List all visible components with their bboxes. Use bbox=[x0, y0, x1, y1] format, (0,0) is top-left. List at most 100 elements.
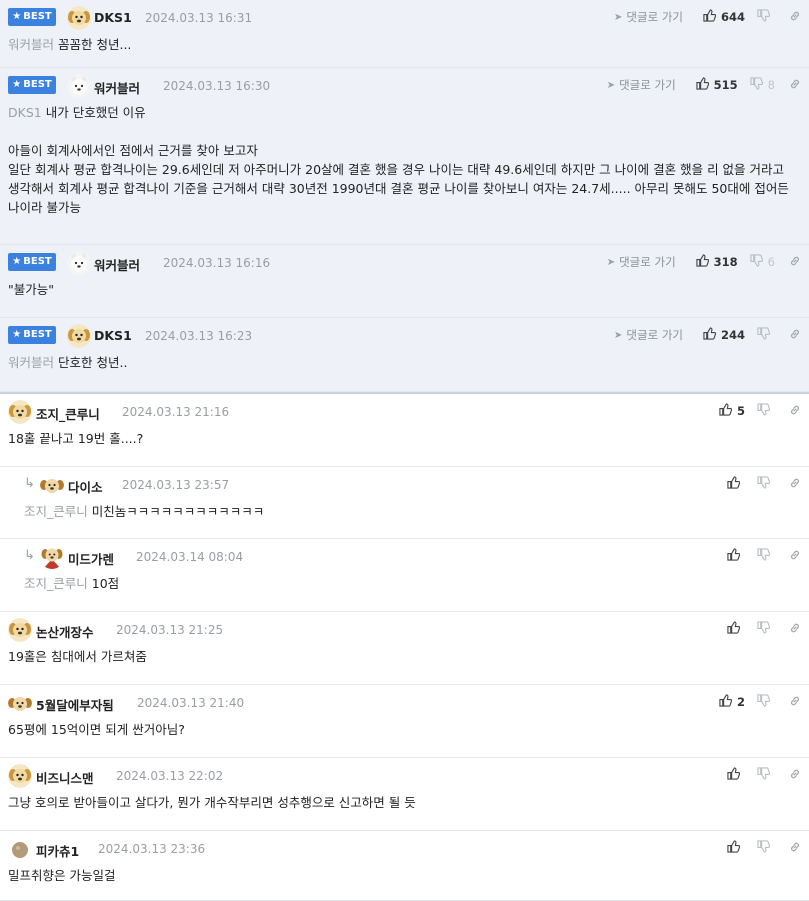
dislike-button[interactable] bbox=[757, 403, 775, 419]
nickname[interactable]: 다이소 bbox=[68, 477, 103, 496]
link-icon[interactable] bbox=[789, 841, 801, 856]
like-button[interactable]: 244 bbox=[703, 327, 745, 343]
comment-line: 아들이 회계사에서인 점에서 근거를 찾아 보고자 bbox=[8, 141, 797, 160]
nickname[interactable]: 워커블러 bbox=[94, 255, 140, 274]
mention[interactable]: 조지_큰루니 bbox=[24, 576, 88, 591]
comment-actions: 2 bbox=[719, 694, 801, 710]
dislike-button[interactable] bbox=[757, 9, 775, 25]
comment-actions: ➤ 댓글로 가기 515 8 bbox=[607, 77, 801, 93]
thumbs-down-icon bbox=[757, 767, 775, 783]
comment-header: ★ BEST DKS1 2024.03.13 16:23 ➤ 댓글로 가기 244 bbox=[0, 318, 809, 352]
thumbs-up-icon bbox=[727, 767, 745, 783]
comment-header: 비즈니스맨 2024.03.13 22:02 bbox=[0, 758, 809, 792]
comment-header: ↳ 다이소 2024.03.13 23:57 bbox=[0, 467, 809, 501]
dislike-button[interactable] bbox=[757, 548, 775, 564]
mention[interactable]: 조지_큰루니 bbox=[24, 504, 88, 519]
nickname[interactable]: 미드가렌 bbox=[68, 549, 114, 568]
go-to-comment-label: 댓글로 가기 bbox=[626, 328, 683, 342]
comment-actions bbox=[727, 548, 801, 564]
send-icon: ➤ bbox=[606, 79, 616, 91]
link-icon[interactable] bbox=[789, 404, 801, 419]
mention[interactable]: 워커블러 bbox=[8, 37, 54, 52]
samoyed-icon[interactable] bbox=[67, 251, 91, 275]
dislike-button[interactable] bbox=[757, 840, 775, 856]
dog-cape-icon[interactable] bbox=[40, 545, 64, 569]
ball-icon[interactable] bbox=[8, 837, 32, 861]
comment-date: 2024.03.14 08:04 bbox=[136, 550, 244, 564]
link-icon[interactable] bbox=[789, 549, 801, 564]
go-to-comment-link[interactable]: ➤ 댓글로 가기 bbox=[607, 77, 676, 93]
comment-text: 10점 bbox=[91, 576, 120, 591]
best-badge-label: BEST bbox=[23, 256, 52, 267]
dog-icon[interactable] bbox=[8, 618, 32, 642]
best-comment: ★ BEST 워커블러 2024.03.13 16:16 ➤ 댓글로 가기 318 6 "불가능… bbox=[0, 245, 809, 318]
samoyed-icon[interactable] bbox=[67, 74, 91, 98]
comment-text: 19홀은 침대에서 가르쳐줌 bbox=[8, 649, 147, 664]
thumbs-down-icon bbox=[757, 548, 775, 564]
go-to-comment-link[interactable]: ➤ 댓글로 가기 bbox=[614, 327, 683, 343]
dog-face-icon[interactable] bbox=[8, 691, 32, 715]
like-button[interactable] bbox=[727, 621, 745, 637]
like-button[interactable]: 515 bbox=[696, 77, 738, 93]
thumbs-down-icon bbox=[757, 694, 775, 710]
reply-comment: ↳ 다이소 2024.03.13 23:57 조지_큰루니 미친놈ㅋㅋㅋㅋㅋㅋㅋㅋㅋㅋㅋ… bbox=[0, 467, 809, 539]
nickname[interactable]: 비즈니스맨 bbox=[36, 768, 94, 787]
mention[interactable]: DKS1 bbox=[8, 105, 42, 120]
dog-icon[interactable] bbox=[8, 400, 32, 424]
link-icon[interactable] bbox=[789, 622, 801, 637]
link-icon[interactable] bbox=[789, 477, 801, 492]
like-button[interactable] bbox=[727, 767, 745, 783]
comment-date: 2024.03.13 21:25 bbox=[116, 623, 224, 637]
link-icon[interactable] bbox=[789, 768, 801, 783]
comment-line: 워커블러 단호한 청년.. bbox=[8, 353, 797, 372]
like-button[interactable] bbox=[727, 476, 745, 492]
link-icon[interactable] bbox=[789, 328, 801, 343]
dislike-button[interactable]: 6 bbox=[750, 254, 775, 270]
comment-text: 미친놈ㅋㅋㅋㅋㅋㅋㅋㅋㅋㅋㅋㅋ bbox=[91, 504, 265, 519]
link-icon[interactable] bbox=[789, 78, 801, 93]
best-badge: ★ BEST bbox=[8, 326, 56, 344]
go-to-comment-link[interactable]: ➤ 댓글로 가기 bbox=[614, 9, 683, 25]
dog-face-icon[interactable] bbox=[40, 473, 64, 497]
nickname[interactable]: DKS1 bbox=[94, 10, 132, 25]
comment-header: ★ BEST DKS1 2024.03.13 16:31 ➤ 댓글로 가기 644 bbox=[0, 0, 809, 34]
dislike-button[interactable] bbox=[757, 327, 775, 343]
dislike-button[interactable] bbox=[757, 476, 775, 492]
dog-icon[interactable] bbox=[8, 764, 32, 788]
comment-text: 그냥 호의로 받아들이고 살다가, 뭔가 개수작부리면 성추행으로 신고하면 될… bbox=[8, 795, 416, 810]
like-button[interactable]: 2 bbox=[719, 694, 745, 710]
go-to-comment-link[interactable]: ➤ 댓글로 가기 bbox=[607, 254, 676, 270]
thumbs-up-icon bbox=[703, 327, 721, 343]
nickname[interactable]: 워커블러 bbox=[94, 78, 140, 97]
thumbs-down-icon bbox=[757, 840, 775, 856]
like-button[interactable] bbox=[727, 548, 745, 564]
mention[interactable]: 워커블러 bbox=[8, 355, 54, 370]
dislike-button[interactable] bbox=[757, 621, 775, 637]
link-icon[interactable] bbox=[789, 10, 801, 25]
comment-body: 조지_큰루니 미친놈ㅋㅋㅋㅋㅋㅋㅋㅋㅋㅋㅋㅋ bbox=[24, 502, 797, 521]
dislike-button[interactable] bbox=[757, 694, 775, 710]
like-button[interactable]: 644 bbox=[703, 9, 745, 25]
like-button[interactable]: 318 bbox=[696, 254, 738, 270]
nickname[interactable]: 논산개장수 bbox=[36, 622, 94, 641]
like-button[interactable]: 5 bbox=[719, 403, 745, 419]
comment-date: 2024.03.13 22:02 bbox=[116, 769, 224, 783]
comment: 피카츄1 2024.03.13 23:36 밀프취향은 가능일걸 bbox=[0, 831, 809, 901]
best-badge: ★ BEST bbox=[8, 253, 56, 271]
link-icon[interactable] bbox=[789, 695, 801, 710]
dog-icon[interactable] bbox=[67, 324, 91, 348]
nickname[interactable]: DKS1 bbox=[94, 328, 132, 343]
comment-date: 2024.03.13 16:16 bbox=[163, 256, 271, 270]
nickname[interactable]: 조지_큰루니 bbox=[36, 404, 100, 423]
link-icon[interactable] bbox=[789, 255, 801, 270]
dog-icon[interactable] bbox=[67, 6, 91, 30]
comment-date: 2024.03.13 21:16 bbox=[122, 405, 230, 419]
comment-line: 워커블러 꼼꼼한 청년... bbox=[8, 35, 797, 54]
nickname[interactable]: 피카츄1 bbox=[36, 841, 79, 860]
like-button[interactable] bbox=[727, 840, 745, 856]
dislike-button[interactable]: 8 bbox=[750, 77, 775, 93]
nickname[interactable]: 5월달에부자됨 bbox=[36, 695, 114, 714]
comment-line: 18홀 끝나고 19번 홀....? bbox=[8, 429, 797, 448]
dislike-button[interactable] bbox=[757, 767, 775, 783]
go-to-comment-label: 댓글로 가기 bbox=[619, 255, 676, 269]
